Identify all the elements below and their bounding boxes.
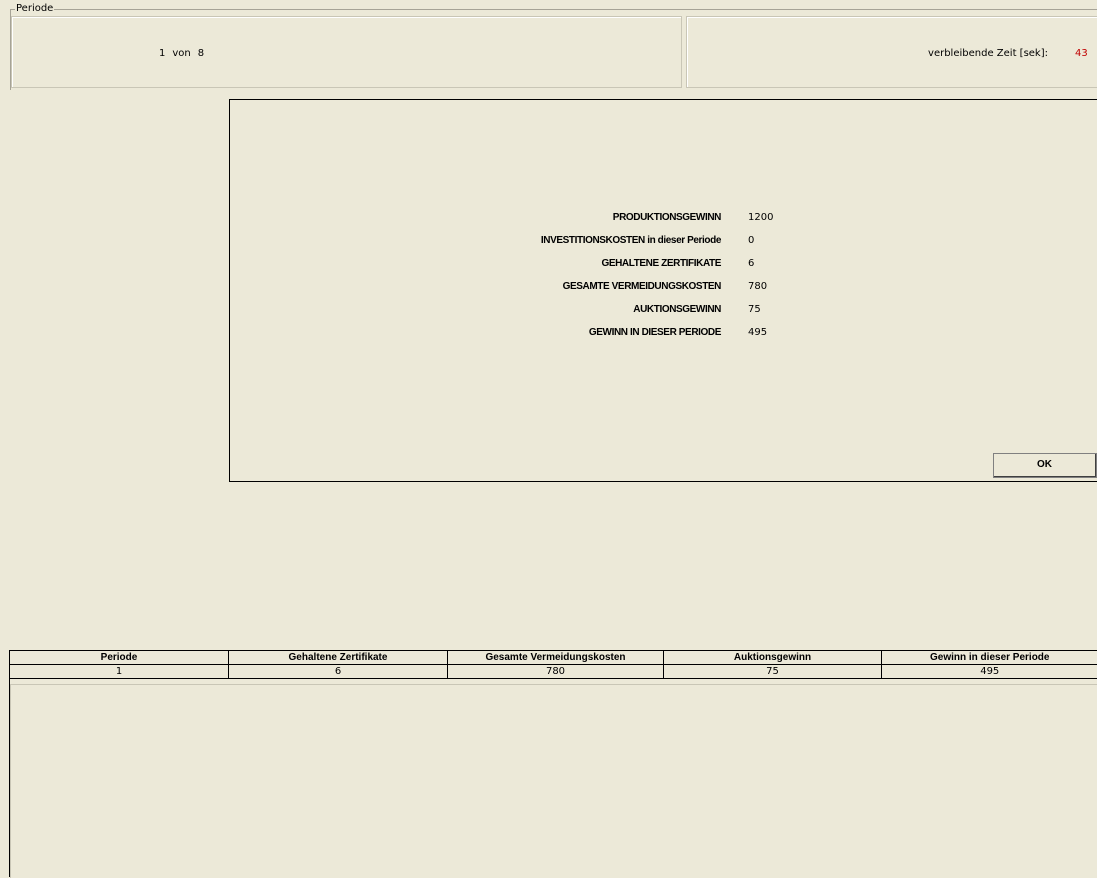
result-value: 1200 bbox=[748, 211, 773, 225]
result-label: INVESTITIONSKOSTEN in dieser Periode bbox=[381, 234, 721, 248]
result-row-investment-costs: INVESTITIONSKOSTEN in dieser Periode 0 bbox=[230, 234, 1097, 248]
result-label: GEHALTENE ZERTIFIKATE bbox=[381, 257, 721, 271]
period-counter: 1 von 8 bbox=[159, 48, 211, 59]
result-value: 495 bbox=[748, 326, 767, 340]
history-table: Periode Gehaltene Zertifikate Gesamte Ve… bbox=[9, 650, 1097, 679]
table-row[interactable]: 1 6 780 75 495 bbox=[10, 665, 1097, 679]
result-value: 6 bbox=[748, 257, 754, 271]
ok-button[interactable]: OK bbox=[993, 453, 1097, 478]
column-header-period-profit[interactable]: Gewinn in dieser Periode bbox=[882, 651, 1097, 665]
history-table-empty-area bbox=[10, 684, 1097, 878]
table-cell[interactable]: 1 bbox=[10, 665, 229, 679]
remaining-time-label: verbleibende Zeit [sek]: bbox=[928, 48, 1048, 59]
period-results-panel: PRODUKTIONSGEWINN 1200 INVESTITIONSKOSTE… bbox=[229, 99, 1097, 482]
column-header-periode[interactable]: Periode bbox=[10, 651, 229, 665]
period-current: 1 bbox=[159, 48, 165, 59]
column-header-abatement-costs[interactable]: Gesamte Vermeidungskosten bbox=[448, 651, 664, 665]
period-total: 8 bbox=[198, 48, 204, 59]
result-row-auction-profit: AUKTIONSGEWINN 75 bbox=[230, 303, 1097, 317]
result-label: AUKTIONSGEWINN bbox=[381, 303, 721, 317]
table-cell[interactable]: 780 bbox=[448, 665, 664, 679]
remaining-time-value: 43 bbox=[1075, 48, 1088, 59]
result-row-abatement-costs: GESAMTE VERMEIDUNGSKOSTEN 780 bbox=[230, 280, 1097, 294]
result-value: 75 bbox=[748, 303, 761, 317]
result-label: GEWINN IN DIESER PERIODE bbox=[381, 326, 721, 340]
history-table-area bbox=[9, 650, 1097, 877]
result-label: PRODUKTIONSGEWINN bbox=[381, 211, 721, 225]
result-label: GESAMTE VERMEIDUNGSKOSTEN bbox=[381, 280, 721, 294]
period-separator: von bbox=[172, 48, 190, 59]
result-row-held-certificates: GEHALTENE ZERTIFIKATE 6 bbox=[230, 257, 1097, 271]
period-group-label: Periode bbox=[15, 3, 54, 15]
result-value: 780 bbox=[748, 280, 767, 294]
result-value: 0 bbox=[748, 234, 754, 248]
table-cell[interactable]: 75 bbox=[664, 665, 882, 679]
column-header-auction-profit[interactable]: Auktionsgewinn bbox=[664, 651, 882, 665]
result-row-production-profit: PRODUKTIONSGEWINN 1200 bbox=[230, 211, 1097, 225]
period-panel bbox=[11, 16, 682, 88]
table-header-row: Periode Gehaltene Zertifikate Gesamte Ve… bbox=[10, 651, 1097, 665]
table-cell[interactable]: 495 bbox=[882, 665, 1097, 679]
table-cell[interactable]: 6 bbox=[229, 665, 448, 679]
result-row-period-profit: GEWINN IN DIESER PERIODE 495 bbox=[230, 326, 1097, 340]
column-header-certificates[interactable]: Gehaltene Zertifikate bbox=[229, 651, 448, 665]
